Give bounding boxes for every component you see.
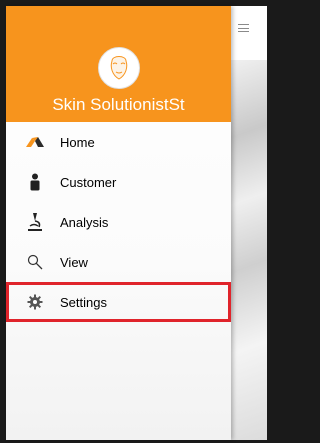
navigation-drawer: Skin SolutionistSt Home Customer Analysi… — [6, 6, 231, 440]
menu-item-label: Settings — [60, 294, 107, 310]
device-screen: Skin SolutionistSt Home Customer Analysi… — [0, 0, 270, 443]
person-icon — [24, 172, 46, 192]
menu-icon[interactable] — [238, 24, 249, 32]
drawer-header: Skin SolutionistSt — [6, 6, 231, 122]
menu-item-label: Analysis — [60, 214, 109, 230]
microscope-icon — [24, 212, 46, 232]
menu-item-label: Home — [60, 134, 95, 150]
face-logo-icon — [98, 47, 140, 89]
menu-item-analysis[interactable]: Analysis — [6, 202, 231, 242]
menu-item-home[interactable]: Home — [6, 122, 231, 162]
menu-item-view[interactable]: View — [6, 242, 231, 282]
menu-item-settings[interactable]: Settings — [6, 282, 231, 322]
drawer-menu: Home Customer Analysis View Settings — [6, 122, 231, 322]
home-icon — [24, 132, 46, 152]
search-icon — [24, 252, 46, 272]
menu-item-label: View — [60, 254, 88, 270]
menu-item-label: Customer — [60, 174, 117, 190]
menu-item-customer[interactable]: Customer — [6, 162, 231, 202]
app-name: Skin SolutionistSt — [52, 95, 185, 114]
gear-icon — [24, 292, 46, 312]
